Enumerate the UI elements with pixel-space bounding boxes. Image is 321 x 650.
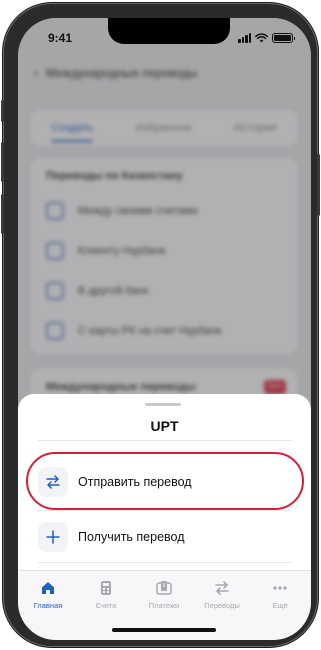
calculator-icon	[101, 581, 111, 595]
plus-icon	[38, 522, 68, 552]
cellular-signal-icon	[238, 33, 251, 43]
home-icon	[42, 582, 54, 594]
tab-transfers[interactable]: Переводы	[193, 580, 251, 610]
volume-up-button	[1, 142, 4, 182]
tab-label: Главная	[33, 601, 63, 610]
receive-transfer-label: Получить перевод	[78, 530, 185, 544]
send-transfer-option[interactable]: Отправить перевод	[38, 467, 292, 497]
divider	[38, 562, 292, 563]
tab-label: Платежи	[148, 601, 180, 610]
screen: 9:41 ‹ Международные переводы Создать Из…	[18, 18, 311, 640]
notch	[108, 18, 230, 44]
power-button	[317, 154, 320, 216]
status-time: 9:41	[48, 31, 73, 45]
home-indicator[interactable]	[112, 628, 216, 632]
payments-icon	[156, 581, 172, 595]
divider	[38, 440, 292, 441]
phone-frame: 9:41 ‹ Международные переводы Создать Из…	[1, 4, 320, 646]
volume-down-button	[1, 194, 4, 234]
tab-label: Переводы	[204, 601, 240, 610]
send-transfer-label: Отправить перевод	[78, 475, 192, 489]
tab-home[interactable]: Главная	[19, 580, 77, 610]
more-icon	[273, 586, 287, 590]
tab-label: Счета	[95, 601, 117, 610]
status-icons	[238, 33, 295, 43]
tab-label: Ещё	[272, 601, 288, 610]
sheet-title: UPT	[150, 418, 179, 434]
tab-accounts[interactable]: Счета	[77, 580, 135, 610]
transfer-arrows-icon	[38, 467, 68, 497]
bottom-sheet: UPT Отправить перевод Получить перевод	[18, 394, 311, 594]
tab-more[interactable]: Ещё	[251, 580, 309, 610]
receive-transfer-option[interactable]: Получить перевод	[38, 522, 292, 552]
battery-icon	[272, 33, 295, 43]
divider	[38, 510, 292, 511]
sheet-grabber[interactable]	[145, 403, 181, 406]
transfer-icon	[215, 581, 229, 595]
tab-payments[interactable]: Платежи	[135, 580, 193, 610]
silent-switch	[1, 100, 4, 122]
wifi-icon	[255, 33, 268, 43]
